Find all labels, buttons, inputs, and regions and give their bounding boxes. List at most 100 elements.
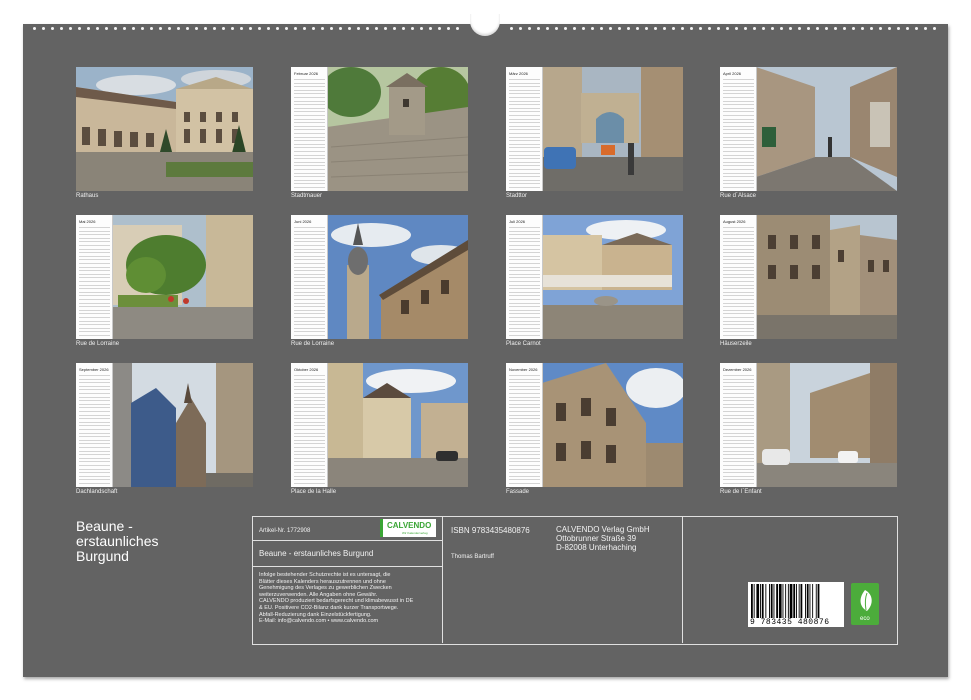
day-row	[509, 443, 540, 445]
day-row	[723, 169, 754, 170]
day-row	[79, 309, 110, 311]
day-row	[294, 227, 325, 228]
day-row	[723, 375, 754, 376]
day-row	[723, 230, 754, 232]
day-row	[294, 273, 325, 275]
day-row	[509, 266, 540, 268]
day-row	[294, 161, 325, 163]
page-thumbnail[interactable]: Juni 2026	[291, 215, 468, 339]
binding-hole	[294, 27, 297, 30]
publisher-line: CALVENDO Verlag GmbH	[556, 525, 650, 534]
binding-hole	[573, 27, 576, 30]
day-row	[723, 97, 754, 98]
day-row	[509, 465, 540, 466]
day-row	[294, 454, 325, 456]
article-number: Artikel-Nr. 1772908	[259, 528, 311, 534]
title-line: Beaune -	[76, 518, 133, 534]
page-thumbnail[interactable]: November 2026	[506, 363, 683, 487]
day-row	[723, 234, 754, 236]
binding-hole	[852, 27, 855, 30]
page-thumbnail[interactable]: Juli 2026	[506, 215, 683, 339]
day-row	[723, 100, 754, 102]
day-row	[723, 320, 754, 322]
day-row	[509, 125, 540, 127]
day-row	[79, 266, 110, 268]
day-row	[294, 263, 325, 264]
binding-hole	[276, 27, 279, 30]
day-row	[509, 129, 540, 131]
legal-line: Genehmigung des Verlages zu gewerblichen…	[259, 585, 392, 592]
day-row	[509, 86, 540, 88]
day-row	[509, 327, 540, 329]
day-row	[509, 393, 540, 394]
day-row	[509, 248, 540, 250]
page-thumbnail[interactable]: Dezember 2026	[720, 363, 897, 487]
day-row	[509, 309, 540, 311]
page-caption: Stadtmauer	[291, 193, 323, 199]
day-row	[723, 385, 754, 387]
day-row	[723, 259, 754, 261]
page-caption: Dachlandschaft	[76, 489, 118, 495]
day-row	[294, 436, 325, 438]
day-row	[509, 385, 540, 387]
month-name: September 2026	[79, 367, 109, 372]
day-row	[79, 439, 110, 441]
page-thumbnail[interactable]: Oktober 2026	[291, 363, 468, 487]
day-row	[723, 443, 754, 445]
day-row	[509, 284, 540, 286]
day-row	[509, 457, 540, 459]
day-row	[723, 154, 754, 156]
day-row	[294, 172, 325, 174]
binding-hole	[519, 27, 522, 30]
month-grid: Oktober 2026	[291, 363, 328, 487]
page-thumbnail[interactable]: März 2026	[506, 67, 683, 191]
day-row	[509, 100, 540, 102]
day-row	[723, 400, 754, 402]
day-row	[294, 375, 325, 376]
day-row	[509, 111, 540, 113]
day-row	[294, 317, 325, 318]
day-row	[723, 450, 754, 452]
barcode-bar	[782, 584, 784, 618]
page-thumbnail[interactable]: August 2026	[720, 215, 897, 339]
page-thumbnail[interactable]: Februar 2026	[291, 67, 468, 191]
binding-hole	[366, 27, 369, 30]
day-row	[509, 169, 540, 170]
day-row	[294, 136, 325, 138]
page-thumbnail[interactable]: September 2026	[76, 363, 253, 487]
binding-hole	[312, 27, 315, 30]
day-row	[723, 82, 754, 84]
page-thumbnail[interactable]	[76, 67, 253, 191]
binding-hole	[447, 27, 450, 30]
day-row	[723, 255, 754, 257]
month-grid: Mai 2026	[76, 215, 113, 339]
day-row	[79, 411, 110, 412]
binding-hole	[798, 27, 801, 30]
day-row	[723, 421, 754, 423]
day-row	[294, 382, 325, 384]
barcode-digits: 9 783435 480876	[750, 618, 830, 627]
day-row	[79, 468, 110, 470]
barcode-bar	[805, 584, 806, 618]
publisher-line: D-82008 Unterhaching	[556, 543, 637, 552]
day-row	[79, 299, 110, 300]
day-row	[509, 176, 540, 178]
day-row	[509, 454, 540, 456]
page-thumbnail[interactable]: April 2026	[720, 67, 897, 191]
day-row	[723, 472, 754, 474]
binding-hole	[744, 27, 747, 30]
day-row	[723, 465, 754, 466]
barcode-bar	[773, 584, 775, 618]
day-row	[79, 288, 110, 290]
day-row	[294, 248, 325, 250]
day-row	[723, 151, 754, 152]
page-thumbnail[interactable]: Mai 2026	[76, 215, 253, 339]
day-row	[723, 382, 754, 384]
day-row	[723, 418, 754, 420]
binding-hole	[780, 27, 783, 30]
day-row	[509, 439, 540, 441]
day-row	[294, 230, 325, 232]
day-row	[294, 465, 325, 466]
day-row	[723, 143, 754, 145]
divider	[682, 516, 683, 643]
